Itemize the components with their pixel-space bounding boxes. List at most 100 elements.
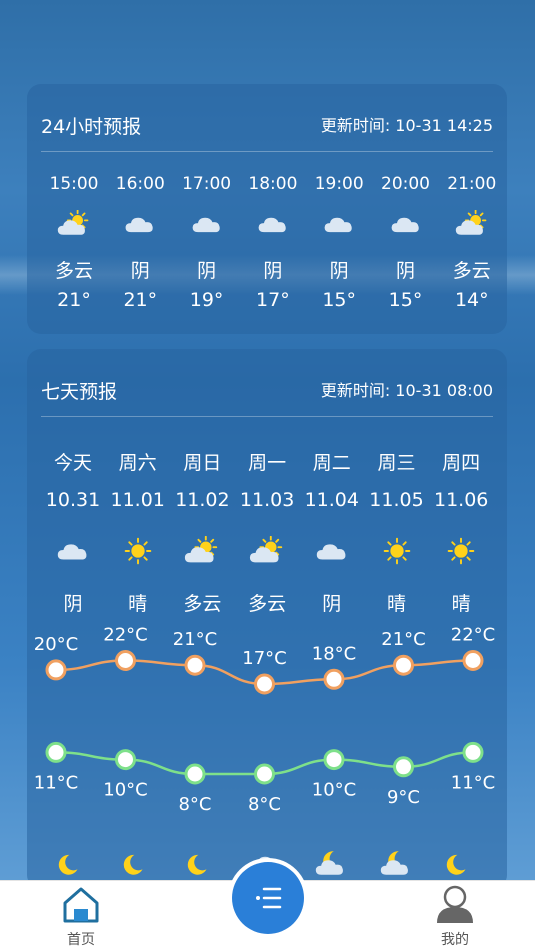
low-temp-point <box>462 741 484 763</box>
day-icon-wrap <box>105 536 171 566</box>
partly-cloudy-icon <box>185 536 218 563</box>
low-temp-point <box>184 763 206 785</box>
hourly-temperature: 21° <box>57 289 91 311</box>
high-temp-label: 22°C <box>103 625 147 646</box>
hourly-condition: 多云 <box>54 260 93 282</box>
hourly-icon-wrap <box>41 210 107 238</box>
hourly-time: 21:00 <box>447 174 497 194</box>
day-condition: 多云 <box>183 593 222 615</box>
hourly-time: 19:00 <box>314 174 364 194</box>
menu-icon <box>256 887 282 909</box>
night-icon-wrap <box>169 849 235 877</box>
day-date: 11.05 <box>369 489 424 511</box>
hourly-condition: 阴 <box>197 260 217 282</box>
day-name: 周日 <box>183 452 222 474</box>
high-temp-label: 21°C <box>173 629 217 650</box>
high-temp-label: 21°C <box>381 629 425 650</box>
cloudy-moon-icon <box>315 851 343 875</box>
hourly-card-header: 24小时预报 更新时间: 10-31 14:25 <box>41 84 493 152</box>
day-date: 11.04 <box>304 489 359 511</box>
hourly-forecast-card: 24小时预报 更新时间: 10-31 14:25 15:00 多云 21° 16:00… <box>27 84 507 334</box>
high-temp-point <box>393 654 414 676</box>
low-temp-point <box>393 756 414 778</box>
night-icon-wrap <box>40 849 106 877</box>
day-icon-wrap <box>169 536 235 566</box>
day-date: 11.02 <box>175 489 230 511</box>
sun-icon <box>124 537 151 565</box>
moon-icon <box>446 854 466 875</box>
day-icon-wrap <box>234 536 300 566</box>
hourly-condition: 阴 <box>395 260 415 282</box>
hourly-icon-wrap <box>174 210 240 238</box>
hourly-icon-wrap <box>240 210 306 238</box>
hourly-time: 18:00 <box>248 174 298 194</box>
moon-icon <box>188 854 207 875</box>
hourly-condition: 阴 <box>329 260 349 282</box>
seven-day-update-time: 更新时间: 10-31 08:00 <box>320 381 493 400</box>
low-temp-label: 11°C <box>34 772 78 793</box>
moon-icon <box>123 854 143 875</box>
hourly-temperature: 15° <box>388 289 423 311</box>
low-temp-point <box>254 763 275 785</box>
high-temp-point <box>115 650 136 671</box>
hourly-temperature: 19° <box>189 289 224 311</box>
low-temp-label: 10°C <box>103 780 147 801</box>
user-icon <box>437 885 473 923</box>
hourly-icon-wrap <box>107 210 173 238</box>
hourly-icon-wrap <box>373 210 439 238</box>
night-icon-wrap <box>428 849 494 877</box>
hourly-temperature: 21° <box>123 289 158 311</box>
tab-home[interactable]: 首页 <box>41 881 121 951</box>
high-temp-point <box>323 668 345 690</box>
temperature-trend-chart: 20°C 11°C 22°C 10°C 21°C 8°C 17°C 8°C 18°C 10°C 21… <box>34 625 495 816</box>
hourly-update-time: 更新时间: 10-31 14:25 <box>320 116 493 135</box>
day-condition: 晴 <box>128 593 148 615</box>
day-name: 今天 <box>53 452 92 474</box>
tab-mine[interactable]: 我的 <box>415 881 495 951</box>
cloud-icon <box>391 217 419 233</box>
day-condition: 多云 <box>248 593 287 615</box>
day-name: 周三 <box>377 452 416 474</box>
hourly-time: 16:00 <box>115 174 165 194</box>
day-date: 10.31 <box>45 489 101 511</box>
night-icon-wrap <box>364 849 430 877</box>
day-icon-wrap <box>428 536 494 566</box>
cloudy-moon-icon <box>380 851 408 875</box>
day-icon-wrap <box>40 536 106 566</box>
high-temp-label: 20°C <box>34 634 78 655</box>
partly-cloudy-icon <box>455 210 487 235</box>
low-temp-label: 11°C <box>451 772 495 793</box>
high-temp-point <box>45 659 67 681</box>
day-date: 11.03 <box>239 489 295 511</box>
day-condition: 阴 <box>322 593 342 615</box>
hourly-temperature: 14° <box>454 289 489 311</box>
high-temp-label: 22°C <box>451 625 495 646</box>
moon-icon <box>58 854 78 875</box>
low-temp-point <box>115 749 136 771</box>
sun-icon <box>447 537 475 565</box>
day-name: 周四 <box>442 452 481 474</box>
partly-cloudy-icon <box>57 210 89 235</box>
hourly-time: 17:00 <box>182 174 232 194</box>
day-date: 11.06 <box>433 489 489 511</box>
hourly-condition: 阴 <box>130 260 150 282</box>
low-temp-point <box>323 749 345 771</box>
low-temp-point <box>45 741 67 763</box>
day-icon-wrap <box>364 536 430 566</box>
low-temp-label: 10°C <box>312 780 356 801</box>
day-name: 周一 <box>248 452 287 474</box>
hourly-icon-wrap <box>439 210 505 238</box>
hourly-condition: 多云 <box>452 260 491 282</box>
low-temp-label: 9°C <box>387 787 420 808</box>
day-icon-wrap <box>299 536 365 566</box>
seven-day-card-header: 七天预报 更新时间: 10-31 08:00 <box>41 349 493 417</box>
center-menu-button[interactable] <box>228 858 308 938</box>
low-temp-label: 8°C <box>248 794 281 815</box>
night-icon-wrap <box>299 849 365 877</box>
high-temp-label: 17°C <box>242 648 286 669</box>
night-icon-wrap <box>105 849 171 877</box>
cloud-icon <box>192 217 220 233</box>
high-temp-point <box>462 650 484 671</box>
hourly-temperature: 17° <box>256 289 290 311</box>
partly-cloudy-icon <box>249 536 283 563</box>
